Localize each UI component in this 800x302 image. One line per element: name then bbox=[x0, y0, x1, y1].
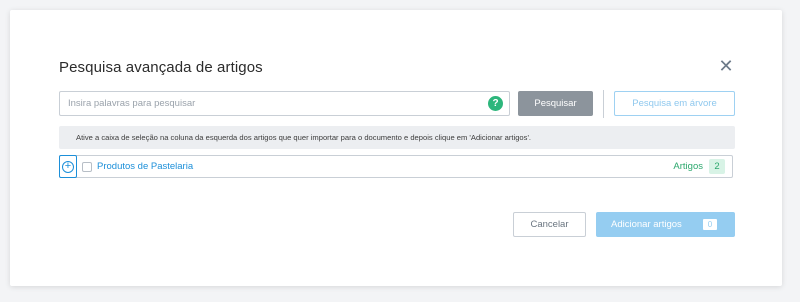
search-input[interactable] bbox=[60, 92, 480, 115]
vertical-divider bbox=[603, 90, 604, 118]
selected-count-badge: 0 bbox=[703, 219, 717, 230]
add-items-label: Adicionar artigos bbox=[611, 219, 682, 230]
tree-row: + Produtos de Pastelaria Artigos 2 bbox=[59, 155, 733, 178]
advanced-search-dialog: Pesquisa avançada de artigos ✕ ? Pesquis… bbox=[10, 10, 782, 286]
dialog-title: Pesquisa avançada de artigos bbox=[59, 59, 263, 76]
search-button[interactable]: Pesquisar bbox=[518, 91, 593, 116]
row-checkbox[interactable] bbox=[82, 162, 92, 172]
close-icon[interactable]: ✕ bbox=[717, 57, 735, 75]
tree-search-button[interactable]: Pesquisa em árvore bbox=[614, 91, 735, 116]
expand-button[interactable]: + bbox=[59, 155, 77, 178]
add-items-button[interactable]: Adicionar artigos 0 bbox=[596, 212, 735, 237]
plus-circle-icon: + bbox=[62, 161, 74, 173]
item-count-badge: 2 bbox=[709, 159, 725, 174]
search-field: ? bbox=[59, 91, 510, 116]
tree-row-label[interactable]: Produtos de Pastelaria bbox=[97, 156, 193, 177]
instructions-bar: Ative a caixa de seleção na coluna da es… bbox=[59, 126, 735, 149]
help-icon[interactable]: ? bbox=[488, 96, 503, 111]
cancel-button[interactable]: Cancelar bbox=[513, 212, 586, 237]
item-count-label: Artigos bbox=[673, 161, 703, 172]
